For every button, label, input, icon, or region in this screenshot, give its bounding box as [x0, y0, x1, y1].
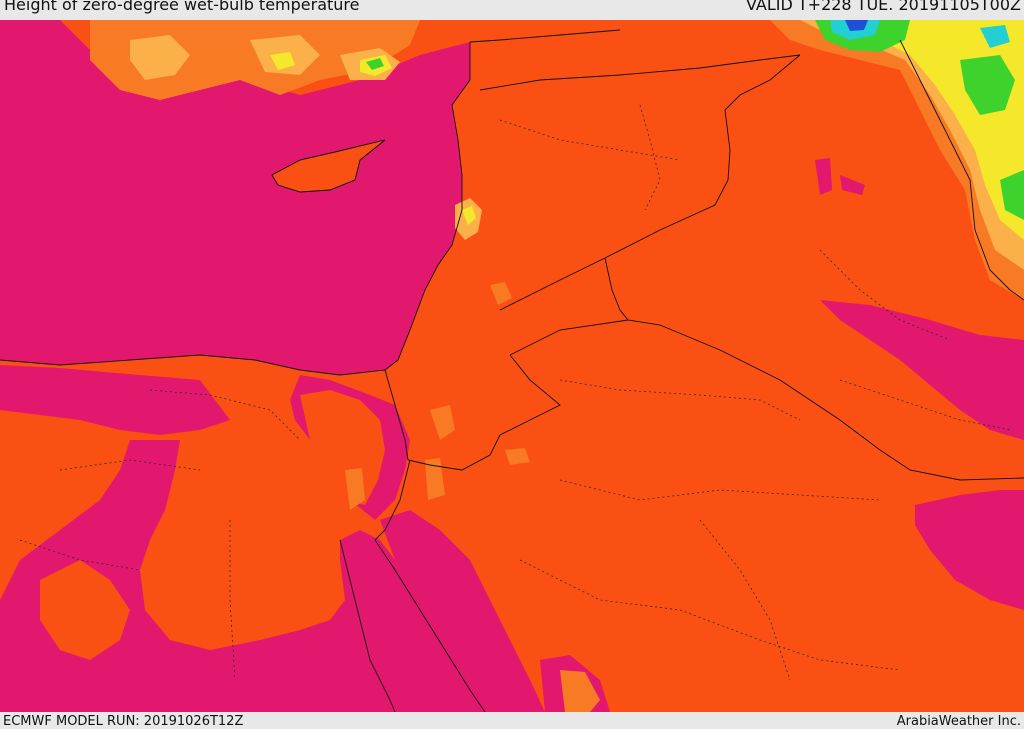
model-run-label: ECMWF MODEL RUN: 20191026T12Z	[3, 714, 244, 729]
weather-map	[0, 20, 1024, 712]
header-bar: Height of zero-degree wet-bulb temperatu…	[0, 0, 1024, 20]
map-frame: Height of zero-degree wet-bulb temperatu…	[0, 0, 1024, 729]
valid-time-label: VALID T+228 TUE. 20191105T00Z	[745, 0, 1021, 14]
footer-bar: ECMWF MODEL RUN: 20191026T12Z ArabiaWeat…	[0, 712, 1024, 729]
credit-label: ArabiaWeather Inc.	[896, 714, 1021, 729]
map-title: Height of zero-degree wet-bulb temperatu…	[4, 0, 360, 14]
